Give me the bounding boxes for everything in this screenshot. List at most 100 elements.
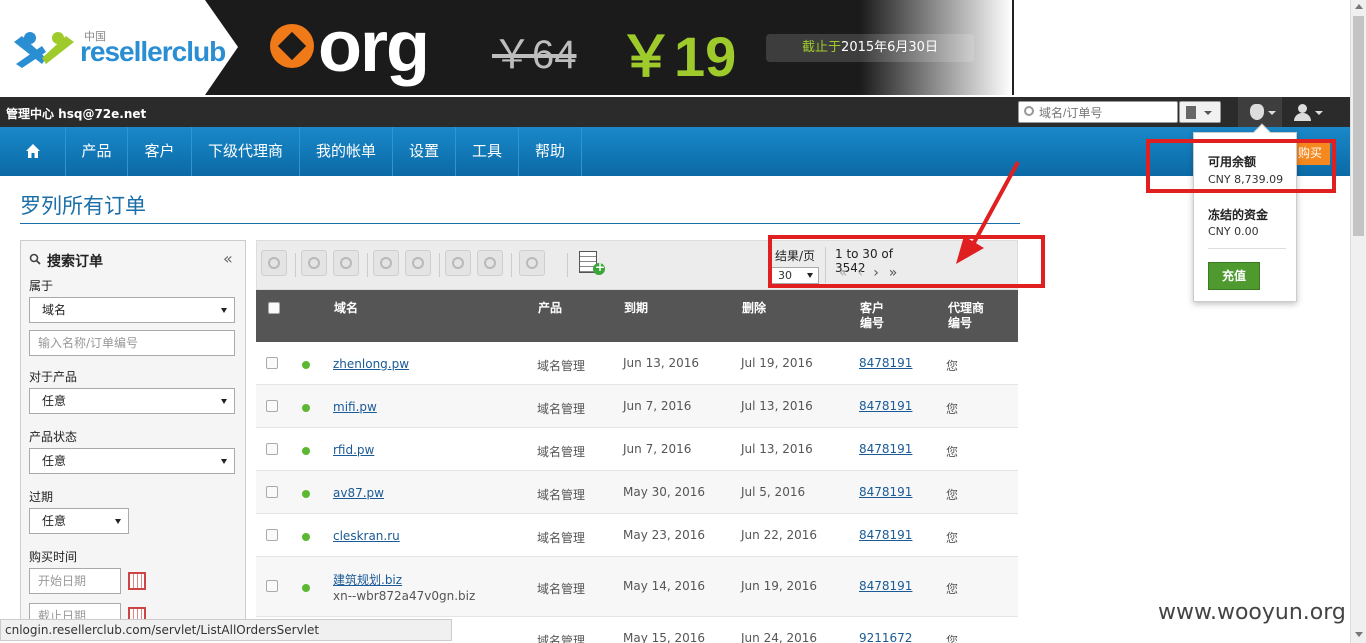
collapse-icon[interactable]: « (223, 249, 233, 268)
toolbar-separator (567, 253, 568, 277)
table-row: mifi.pw 域名管理 Jun 7, 2016 Jul 13, 2016 84… (256, 385, 1018, 428)
row-checkbox[interactable] (266, 486, 278, 498)
scroll-up-icon[interactable] (1355, 4, 1363, 9)
banner-fade (860, 0, 1012, 95)
renew-button[interactable] (445, 250, 471, 276)
recharge-button[interactable]: 充值 (1208, 262, 1260, 290)
nav-customers[interactable]: 客户 (128, 127, 192, 176)
table-row: av87.pw 域名管理 May 30, 2016 Jul 5, 2016 84… (256, 471, 1018, 514)
document-menu-button[interactable] (1179, 101, 1221, 123)
expiry-cell: May 23, 2016 (623, 528, 706, 542)
domain-link[interactable]: mifi.pw (333, 400, 377, 414)
name-order-input[interactable]: 输入名称/订单编号 (29, 330, 235, 356)
customer-id-link[interactable]: 8478191 (859, 485, 912, 499)
table-row: cleskran.ru 域名管理 May 23, 2016 Jun 22, 20… (256, 514, 1018, 557)
balance-menu-button[interactable] (1238, 97, 1282, 127)
row-checkbox[interactable] (266, 400, 278, 412)
chevron-down-icon (1268, 111, 1276, 115)
scroll-thumb[interactable] (1353, 16, 1364, 236)
calendar-icon[interactable] (128, 572, 146, 590)
header-customer[interactable]: 客户 编号 (860, 301, 884, 331)
promo-banner[interactable]: 中国 resellerclub org ￥64 ￥19 截止于2015年6月30… (0, 0, 1012, 95)
expired-value: 任意 (42, 514, 67, 528)
user-menu-button[interactable] (1288, 97, 1332, 127)
delete-cell: Jun 22, 2016 (741, 528, 818, 542)
nav-home[interactable] (0, 127, 66, 176)
product-cell: 域名管理 (537, 402, 586, 416)
header-product[interactable]: 产品 (538, 301, 562, 316)
lock-button[interactable] (373, 250, 399, 276)
expired-select[interactable]: 任意 (29, 508, 129, 534)
customer-id-link[interactable]: 8478191 (859, 442, 912, 456)
unsuspend-button[interactable] (333, 250, 359, 276)
scroll-down-icon[interactable] (1355, 632, 1363, 637)
domain-link[interactable]: zhenlong.pw (333, 357, 409, 371)
unlock-icon (412, 257, 424, 269)
renew-icon (452, 257, 464, 269)
domain-link[interactable]: cleskran.ru (333, 529, 400, 543)
suspend-button[interactable] (301, 250, 327, 276)
product-cell: 域名管理 (537, 634, 586, 643)
unpause-icon (340, 257, 352, 269)
order-search-box[interactable] (1018, 101, 1178, 123)
user-icon-body (1294, 113, 1311, 121)
header-agent[interactable]: 代理商 编号 (948, 301, 984, 331)
customer-id-link[interactable]: 8478191 (859, 579, 912, 593)
domain-link[interactable]: 建筑规划.biz (333, 571, 402, 588)
row-checkbox[interactable] (266, 357, 278, 369)
nav-tools[interactable]: 工具 (456, 127, 519, 176)
status-label: 产品状态 (29, 430, 78, 444)
dropdown-arrow-icon (221, 308, 227, 313)
dropdown-arrow-icon (221, 459, 227, 464)
domain-link[interactable]: av87.pw (333, 486, 384, 500)
unlock-button[interactable] (405, 250, 431, 276)
start-date-input[interactable]: 开始日期 (29, 568, 121, 594)
belongs-select[interactable]: 域名 (29, 297, 235, 323)
nav-products[interactable]: 产品 (66, 127, 128, 176)
title-divider (20, 223, 1020, 224)
nav-sub-resellers[interactable]: 下级代理商 (192, 127, 300, 176)
frozen-funds-value: CNY 0.00 (1208, 225, 1259, 238)
table-header: 域名 产品 到期 删除 客户 编号 代理商 编号 (256, 290, 1018, 342)
nav-settings[interactable]: 设置 (393, 127, 456, 176)
customer-id-link[interactable]: 8478191 (859, 528, 912, 542)
home-icon (26, 144, 40, 158)
customer-id-link[interactable]: 9211672 (859, 631, 912, 643)
lock-icon (380, 257, 392, 269)
row-checkbox[interactable] (266, 580, 278, 592)
domain-link[interactable]: rfid.pw (333, 443, 374, 457)
status-dot-icon (302, 361, 310, 369)
agent-cell: 您 (946, 402, 959, 416)
row-checkbox[interactable] (266, 529, 278, 541)
nav-billing[interactable]: 我的帐单 (300, 127, 393, 176)
belongs-label: 属于 (29, 279, 54, 293)
transfer-button[interactable] (477, 250, 503, 276)
agent-cell: 您 (946, 359, 959, 373)
status-select[interactable]: 任意 (29, 448, 235, 474)
search-orders-heading: 搜索订单 (47, 254, 103, 270)
header-expiry[interactable]: 到期 (624, 301, 648, 316)
order-search-input[interactable] (1039, 104, 1174, 121)
edit-icon (526, 257, 538, 269)
header-domain[interactable]: 域名 (334, 301, 358, 316)
nav-help[interactable]: 帮助 (519, 127, 582, 176)
pause-icon (308, 257, 320, 269)
header-delete[interactable]: 删除 (742, 301, 766, 316)
account-label: 管理中心 hsq@72e.net (6, 107, 147, 121)
refresh-button[interactable] (261, 250, 287, 276)
select-all-checkbox[interactable] (268, 302, 280, 314)
table-row: zhenlong.pw 域名管理 Jun 13, 2016 Jul 19, 20… (256, 342, 1018, 385)
product-select[interactable]: 任意 (29, 388, 235, 414)
customer-id-link[interactable]: 8478191 (859, 399, 912, 413)
vertical-scrollbar[interactable] (1350, 0, 1366, 643)
page-title: 罗列所有订单 (20, 194, 146, 218)
add-to-list-button[interactable] (577, 249, 607, 279)
customer-id-link[interactable]: 8478191 (859, 356, 912, 370)
edit-button[interactable] (519, 250, 545, 276)
row-checkbox[interactable] (266, 443, 278, 455)
search-icon (29, 253, 41, 265)
toolbar-separator (511, 253, 512, 277)
resellerclub-logo-icon (14, 32, 74, 68)
old-price: ￥64 (492, 33, 577, 77)
chevron-down-icon (1204, 111, 1212, 115)
